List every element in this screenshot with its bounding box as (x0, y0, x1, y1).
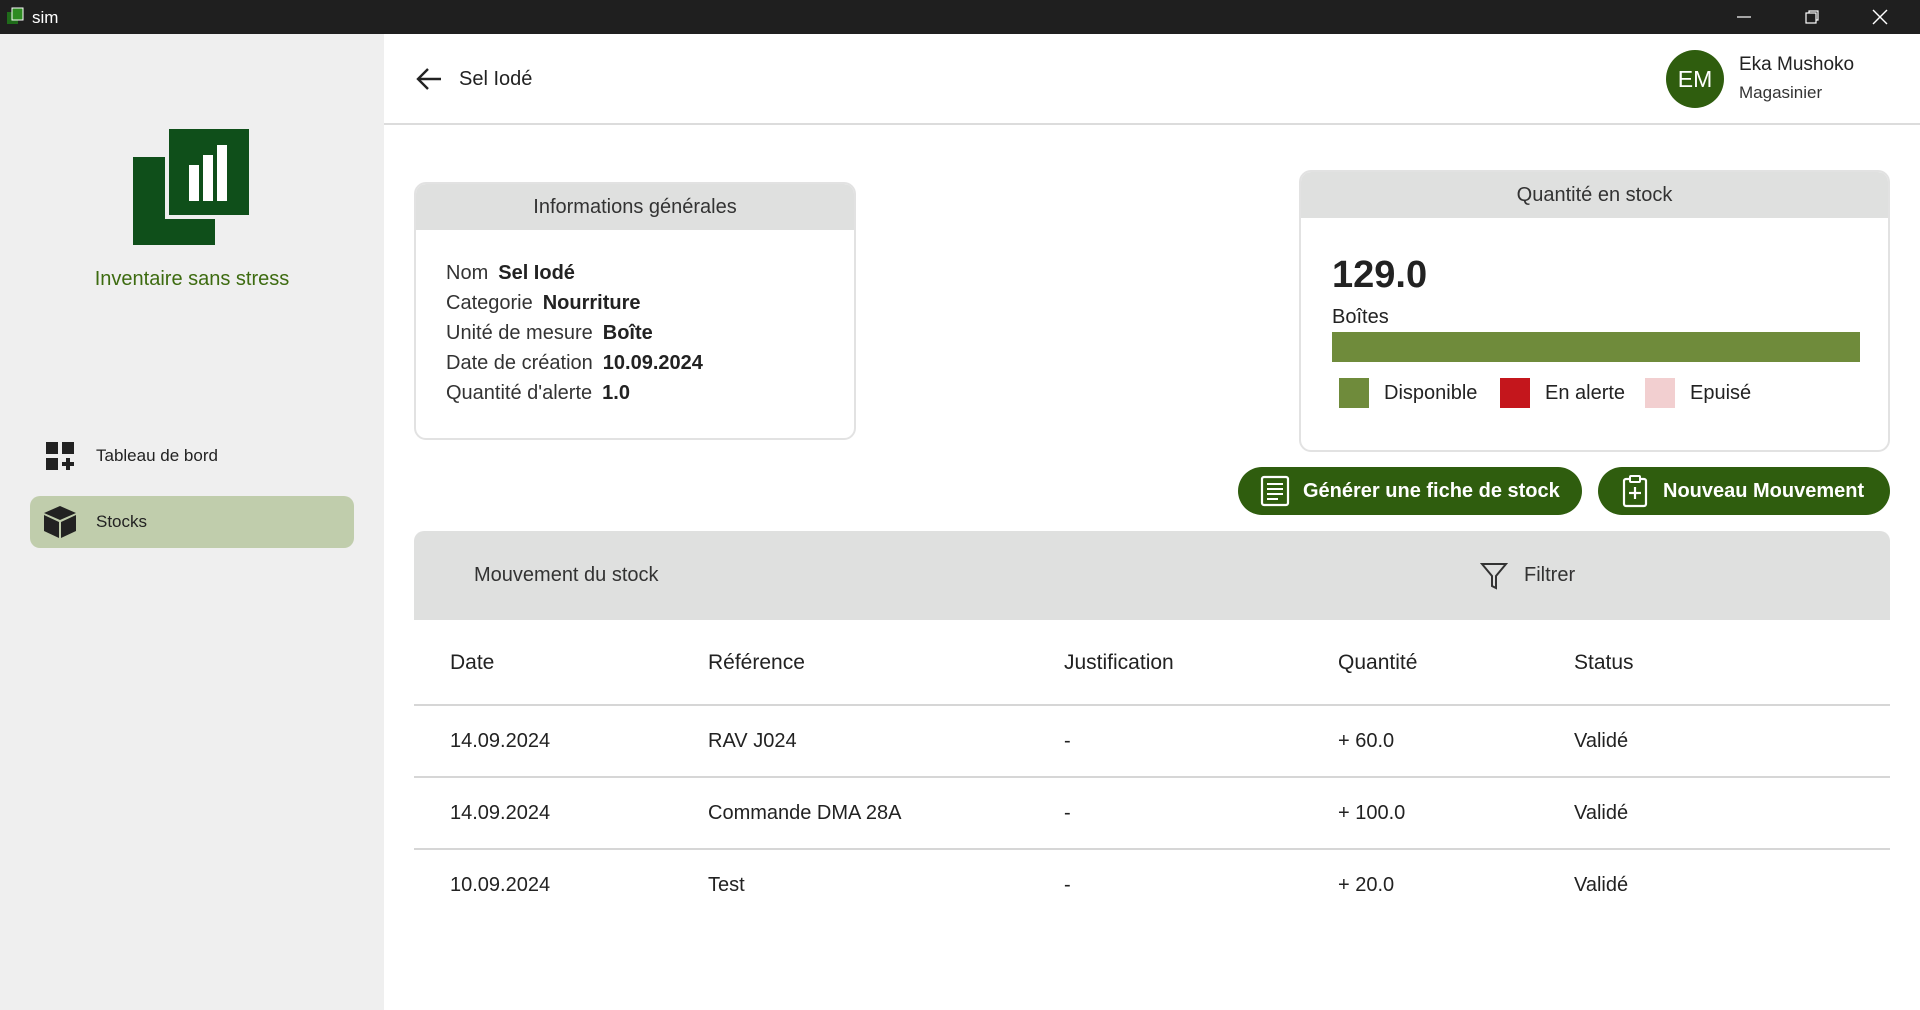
cell-quantity: + 20.0 (1338, 874, 1395, 896)
sidebar-item-dashboard[interactable]: Tableau de bord (30, 430, 354, 482)
page-header: Sel Iodé EM Eka Mushoko Magasinier (384, 34, 1920, 125)
legend-label: Epuisé (1690, 382, 1752, 404)
info-label: Nom (446, 262, 489, 284)
section-title: Mouvement du stock (474, 564, 659, 586)
app-logo (133, 125, 253, 247)
app-logo-icon (6, 7, 24, 25)
legend-label: En alerte (1545, 382, 1626, 404)
brand-tagline: Inventaire sans stress (94, 268, 290, 290)
window-title: sim (32, 8, 59, 27)
box-icon (44, 506, 76, 538)
info-label: Quantité d'alerte (446, 382, 593, 404)
info-row-category: Categorie Nourriture (446, 292, 703, 322)
page-title: Sel Iodé (459, 68, 533, 90)
info-label: Unité de mesure (446, 322, 593, 344)
card-title: Informations générales (416, 184, 854, 230)
info-value: Nourriture (542, 292, 641, 314)
info-value: 10.09.2024 (602, 352, 703, 374)
table-row[interactable]: 14.09.2024 Commande DMA 28A - + 100.0 Va… (414, 778, 1890, 850)
cell-quantity: + 100.0 (1338, 802, 1406, 824)
stock-level-bar (1332, 332, 1860, 362)
stock-quantity-card: Quantité en stock 129.0 Boîtes Disponibl… (1299, 170, 1890, 452)
cell-status: Validé (1574, 802, 1629, 824)
stock-movements-header: Mouvement du stock Filtrer (414, 531, 1890, 620)
column-header-justification[interactable]: Justification (1064, 651, 1174, 675)
table-row[interactable]: 14.09.2024 RAV J024 - + 60.0 Validé (414, 706, 1890, 778)
info-label: Date de création (446, 352, 593, 374)
cell-justification: - (1064, 802, 1071, 824)
clipboard-add-icon (1618, 474, 1652, 508)
column-header-reference[interactable]: Référence (708, 651, 805, 675)
cell-reference: Commande DMA 28A (708, 802, 902, 824)
close-icon (1872, 9, 1888, 25)
user-name: Eka Mushoko (1739, 54, 1855, 75)
legend-swatch (1645, 378, 1675, 408)
table-header-row: Date Référence Justification Quantité St… (414, 620, 1890, 706)
cell-date: 14.09.2024 (450, 802, 551, 824)
cell-status: Validé (1574, 730, 1629, 752)
cell-date: 10.09.2024 (450, 874, 551, 896)
sidebar-item-label: Tableau de bord (96, 446, 218, 465)
info-row-creation-date: Date de création 10.09.2024 (446, 352, 703, 382)
close-button[interactable] (1846, 0, 1914, 34)
stock-level-track (1332, 332, 1860, 362)
new-movement-button[interactable]: Nouveau Mouvement (1598, 467, 1890, 515)
back-arrow-icon[interactable] (414, 64, 444, 94)
cell-date: 14.09.2024 (450, 730, 551, 752)
cell-reference: RAV J024 (708, 730, 797, 752)
cell-justification: - (1064, 874, 1071, 896)
legend-swatch (1500, 378, 1530, 408)
document-list-icon (1258, 474, 1292, 508)
filter-icon[interactable] (1479, 561, 1509, 591)
info-label: Categorie (446, 292, 533, 314)
user-role: Magasinier (1739, 83, 1823, 102)
cell-status: Validé (1574, 874, 1629, 896)
legend-label: Disponible (1384, 382, 1478, 404)
minimize-button[interactable] (1710, 0, 1778, 34)
card-title: Quantité en stock (1301, 172, 1888, 218)
info-value: Boîte (602, 322, 653, 344)
filter-button[interactable]: Filtrer (1524, 564, 1575, 587)
column-header-quantity[interactable]: Quantité (1338, 651, 1417, 675)
column-header-status[interactable]: Status (1574, 651, 1634, 675)
cell-justification: - (1064, 730, 1071, 752)
generate-stock-sheet-button[interactable]: Générer une fiche de stock (1238, 467, 1582, 515)
info-row-name: Nom Sel Iodé (446, 262, 703, 292)
restore-icon (1805, 10, 1819, 24)
info-row-unit: Unité de mesure Boîte (446, 322, 703, 352)
general-info-card: Informations générales Nom Sel Iodé Categ… (414, 182, 856, 440)
stock-unit: Boîtes (1332, 306, 1389, 328)
info-value: 1.0 (602, 382, 630, 404)
dashboard-add-icon (44, 440, 76, 472)
legend-swatch (1339, 378, 1369, 408)
minimize-icon (1737, 16, 1751, 18)
stock-quantity-value: 129.0 (1332, 254, 1428, 296)
sidebar: Inventaire sans stress Tableau de bord S… (0, 34, 384, 1010)
button-label: Nouveau Mouvement (1663, 480, 1865, 502)
avatar[interactable]: EM (1666, 50, 1724, 108)
restore-button[interactable] (1778, 0, 1846, 34)
sidebar-item-stocks[interactable]: Stocks (30, 496, 354, 548)
sidebar-item-label: Stocks (96, 512, 148, 531)
cell-reference: Test (708, 874, 745, 896)
movements-table: Date Référence Justification Quantité St… (414, 620, 1890, 922)
info-row-alert-quantity: Quantité d'alerte 1.0 (446, 382, 703, 412)
window-titlebar: sim (0, 0, 1920, 34)
cell-quantity: + 60.0 (1338, 730, 1395, 752)
table-row[interactable]: 10.09.2024 Test - + 20.0 Validé (414, 850, 1890, 922)
button-label: Générer une fiche de stock (1303, 480, 1560, 502)
info-value: Sel Iodé (498, 262, 575, 284)
column-header-date[interactable]: Date (450, 651, 494, 675)
